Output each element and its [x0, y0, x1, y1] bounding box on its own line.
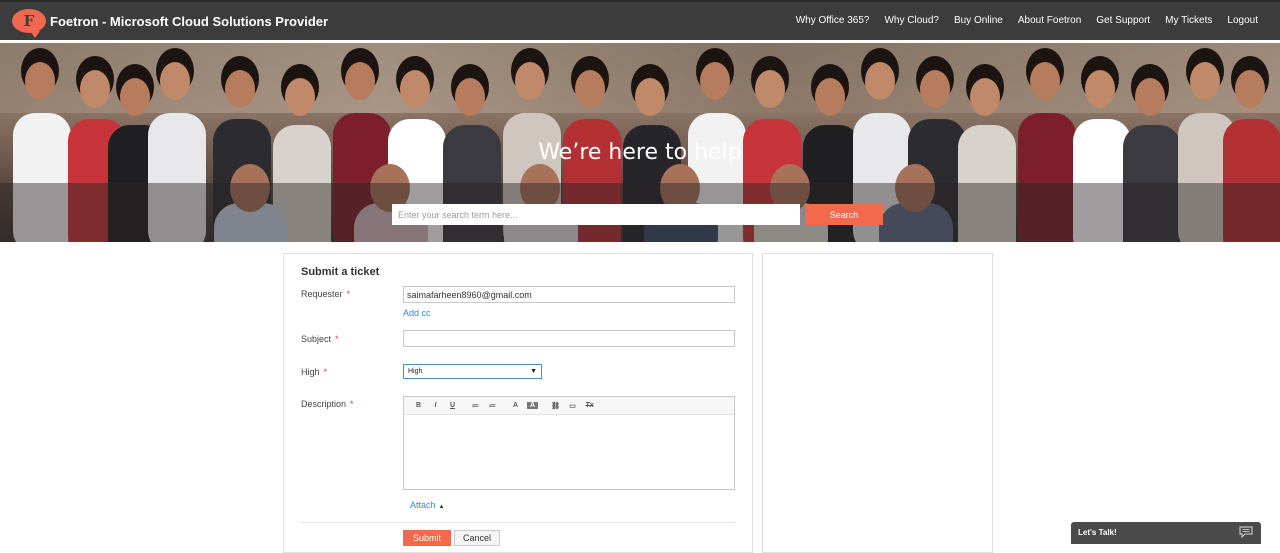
nav-why-cloud[interactable]: Why Cloud? — [884, 15, 938, 26]
person-face — [345, 62, 375, 100]
person-face — [1235, 70, 1265, 108]
nav-why-office-365[interactable]: Why Office 365? — [796, 15, 870, 26]
person-face — [1190, 62, 1220, 100]
bold-icon[interactable]: B — [410, 402, 427, 409]
search-input[interactable] — [392, 204, 800, 225]
subject-label-text: Subject — [301, 334, 332, 344]
italic-icon[interactable]: I — [427, 402, 444, 409]
nav-my-tickets[interactable]: My Tickets — [1165, 15, 1212, 26]
priority-select[interactable]: High ▼ — [403, 364, 542, 379]
person-face — [120, 78, 150, 116]
required-mark: * — [346, 289, 351, 299]
caret-up-icon: ▲ — [438, 504, 445, 510]
chat-label: Let's Talk! — [1078, 528, 1117, 537]
person-face — [815, 78, 845, 116]
description-label-text: Description — [301, 399, 347, 409]
main-nav: Why Office 365? Why Cloud? Buy Online Ab… — [796, 15, 1258, 26]
sidebar-panel — [762, 253, 993, 553]
top-navigation-bar: F Foetron - Microsoft Cloud Solutions Pr… — [0, 0, 1280, 40]
person-face — [635, 78, 665, 116]
dropdown-arrow-icon: ▼ — [530, 368, 537, 375]
person-face — [1030, 62, 1060, 100]
person-face — [285, 78, 315, 116]
requester-label-text: Requester — [301, 289, 343, 299]
person-face — [755, 70, 785, 108]
required-mark: * — [335, 334, 339, 344]
editor-toolbar: B I U ≔ ≔ A A ⛓ ▭ Tx — [404, 397, 734, 415]
chat-widget[interactable]: Let's Talk! — [1071, 522, 1261, 544]
nav-logout[interactable]: Logout — [1227, 15, 1258, 26]
priority-label-text: High — [301, 367, 320, 377]
priority-label: High * — [301, 367, 327, 377]
hero-title: We’re here to help — [538, 140, 742, 165]
text-color-icon[interactable]: A — [507, 402, 524, 409]
person-face — [865, 62, 895, 100]
person-face — [400, 70, 430, 108]
nav-about-foetron[interactable]: About Foetron — [1018, 15, 1081, 26]
person-face — [970, 78, 1000, 116]
highlight-icon[interactable]: A — [527, 402, 538, 409]
link-icon[interactable]: ⛓ — [547, 402, 564, 410]
attach-label: Attach — [410, 500, 436, 510]
required-mark: * — [350, 399, 354, 409]
person-face — [700, 62, 730, 100]
underline-icon[interactable]: U — [444, 402, 461, 409]
priority-selected-value: High — [408, 368, 423, 375]
required-mark: * — [323, 367, 328, 377]
person-face — [1135, 78, 1165, 116]
attach-link[interactable]: Attach ▲ — [410, 500, 444, 510]
description-editor[interactable]: B I U ≔ ≔ A A ⛓ ▭ Tx — [403, 396, 735, 490]
person-face — [160, 62, 190, 100]
numbered-list-icon[interactable]: ≔ — [484, 402, 501, 410]
person-face — [80, 70, 110, 108]
add-cc-link[interactable]: Add cc — [403, 308, 431, 318]
foetron-logo[interactable]: F — [12, 9, 46, 38]
nav-buy-online[interactable]: Buy Online — [954, 15, 1003, 26]
requester-field[interactable] — [403, 286, 735, 303]
person-face — [455, 78, 485, 116]
form-divider — [301, 522, 735, 523]
hero-banner: We’re here to help Search — [0, 43, 1280, 242]
brand-name[interactable]: Foetron - Microsoft Cloud Solutions Prov… — [50, 14, 328, 29]
requester-label: Requester * — [301, 289, 350, 299]
person-face — [1085, 70, 1115, 108]
subject-field[interactable] — [403, 330, 735, 347]
person-face — [225, 70, 255, 108]
brand[interactable]: F Foetron - Microsoft Cloud Solutions Pr… — [12, 9, 328, 38]
person-face — [515, 62, 545, 100]
image-icon[interactable]: ▭ — [564, 402, 581, 410]
bullet-list-icon[interactable]: ≔ — [467, 402, 484, 410]
nav-get-support[interactable]: Get Support — [1096, 15, 1150, 26]
person-face — [25, 62, 55, 100]
form-title: Submit a ticket — [301, 266, 380, 278]
person-face — [920, 70, 950, 108]
search-button[interactable]: Search — [805, 204, 883, 225]
chat-bubble-icon — [1239, 526, 1253, 538]
clear-format-icon[interactable]: Tx — [581, 402, 598, 409]
subject-label: Subject * — [301, 334, 339, 344]
description-label: Description * — [301, 399, 354, 409]
person-face — [575, 70, 605, 108]
logo-letter: F — [23, 12, 35, 30]
